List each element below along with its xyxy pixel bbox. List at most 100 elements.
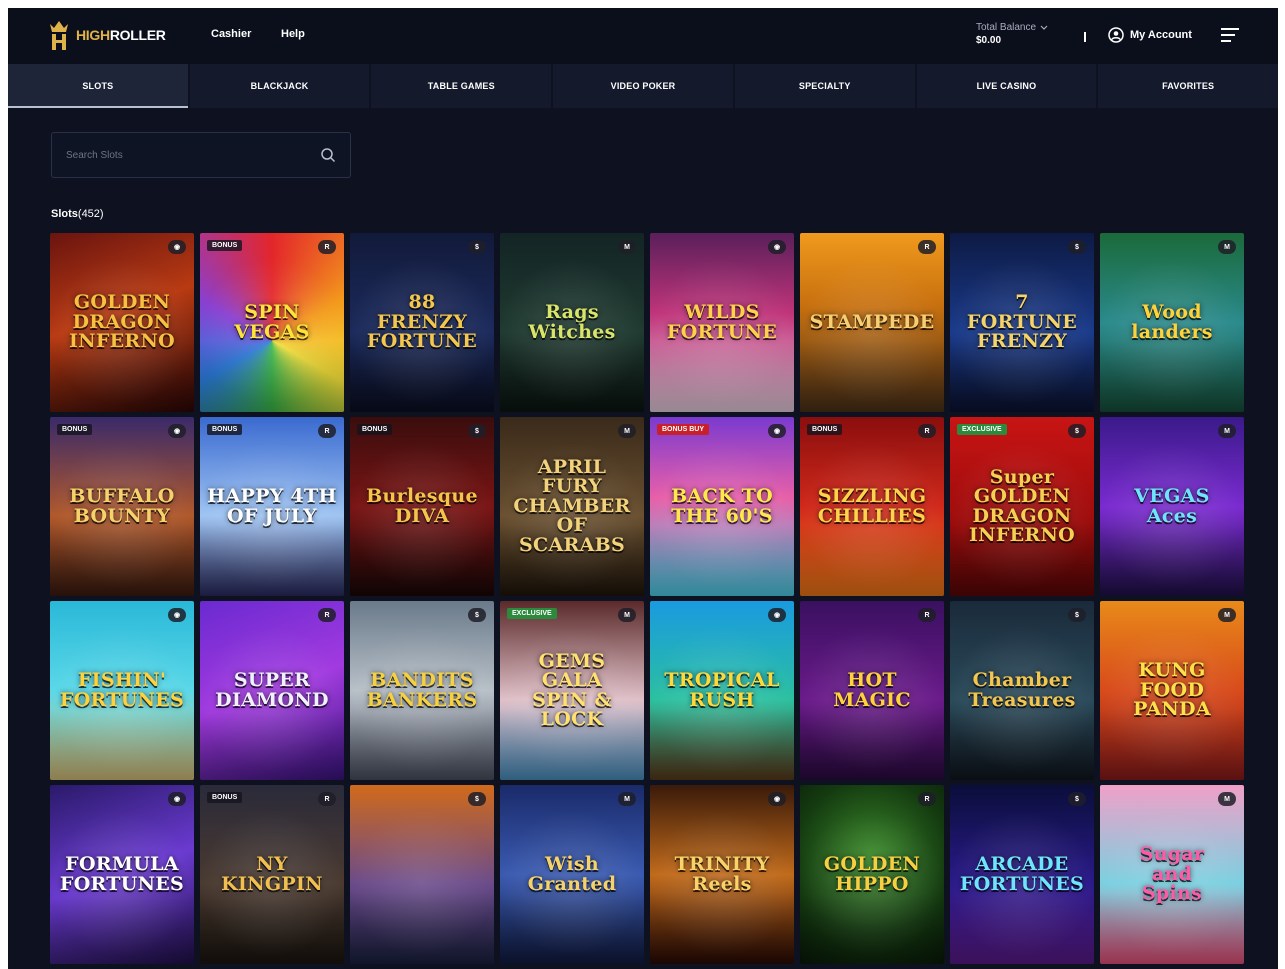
game-tile[interactable]: BONUS BUY ◉ BACK TO THE 60'S [650, 417, 794, 596]
provider-icon: R [918, 240, 936, 254]
game-tile[interactable]: $ Chamber Treasures [950, 601, 1094, 780]
game-tile[interactable]: BONUS R HAPPY 4TH OF JULY [200, 417, 344, 596]
game-title: TRINITY Reels [674, 853, 770, 895]
game-tile[interactable]: BONUS R SIZZLING CHILLIES [800, 417, 944, 596]
tab-specialty[interactable]: SPECIALTY [735, 64, 917, 108]
total-balance-dropdown[interactable]: Total Balance $0.00 [976, 22, 1048, 46]
search-box [51, 132, 351, 178]
game-badge: BONUS [207, 792, 243, 803]
game-badge: EXCLUSIVE [957, 424, 1007, 435]
game-tile[interactable]: $7 FORTUNE FRENZY [950, 233, 1094, 412]
game-tile[interactable]: R SUPER DIAMOND [200, 601, 344, 780]
game-title: Wish Granted [527, 853, 617, 895]
game-tile[interactable]: ◉ GOLDEN DRAGON INFERNO [50, 233, 194, 412]
provider-icon: M [1218, 424, 1236, 438]
game-tile[interactable]: BONUS R NY KINGPIN [200, 785, 344, 964]
provider-icon: M [618, 240, 636, 254]
provider-icon: $ [468, 424, 486, 438]
game-tile[interactable]: ◉ WILDS FORTUNE [650, 233, 794, 412]
game-tile[interactable]: $ ARCADE FORTUNES [950, 785, 1094, 964]
game-tile[interactable]: M Rags Witches [500, 233, 644, 412]
tab-slots[interactable]: SLOTS [8, 64, 190, 108]
game-tile[interactable]: ◉ TRINITY Reels [650, 785, 794, 964]
game-badge: BONUS BUY [657, 424, 710, 435]
game-title: VEGAS Aces [1134, 485, 1210, 527]
game-badge: BONUS [807, 424, 843, 435]
game-tile[interactable]: M VEGAS Aces [1100, 417, 1244, 596]
game-tile[interactable]: ◉ TROPICAL RUSH [650, 601, 794, 780]
menu-line [1221, 40, 1231, 42]
provider-icon: M [618, 608, 636, 622]
nav-help-link[interactable]: Help [281, 28, 305, 40]
balance-label: Total Balance [976, 22, 1048, 33]
tab-table-games[interactable]: TABLE GAMES [371, 64, 554, 108]
game-badge: BONUS [207, 240, 243, 251]
slots-count-heading: Slots(452) [51, 208, 104, 220]
user-circle-icon [1108, 27, 1124, 43]
provider-icon: R [918, 608, 936, 622]
game-title: APRIL FURY CHAMBER OF SCARABS [513, 456, 631, 556]
provider-icon: ◉ [768, 792, 786, 806]
provider-icon: M [1218, 240, 1236, 254]
highroller-logo[interactable]: HIGHROLLER [48, 18, 166, 52]
tab-video-poker[interactable]: VIDEO POKER [553, 64, 735, 108]
provider-icon: R [318, 608, 336, 622]
provider-icon: M [1218, 792, 1236, 806]
provider-icon: ◉ [168, 240, 186, 254]
game-title: SPIN VEGAS [234, 301, 310, 343]
game-tile[interactable]: $88 FRENZY FORTUNE [350, 233, 494, 412]
game-title: BUFFALO BOUNTY [69, 485, 175, 527]
game-title: GOLDEN DRAGON INFERNO [68, 291, 176, 353]
game-tile[interactable]: BONUS ◉ BUFFALO BOUNTY [50, 417, 194, 596]
game-tile[interactable]: $ BANDITS BANKERS [350, 601, 494, 780]
provider-icon: M [618, 424, 636, 438]
game-title: Super GOLDEN DRAGON INFERNO [968, 465, 1076, 546]
game-title: Sugar and Spins [1139, 843, 1205, 905]
game-title: ARCADE FORTUNES [959, 853, 1085, 895]
game-title: KUNG FOOD PANDA [1133, 659, 1211, 721]
game-tile[interactable]: M Sugar and Spins [1100, 785, 1244, 964]
game-tile[interactable]: ◉ FISHIN' FORTUNES [50, 601, 194, 780]
provider-icon: $ [468, 240, 486, 254]
provider-icon: ◉ [768, 608, 786, 622]
provider-icon: ◉ [168, 792, 186, 806]
crown-logo-icon [50, 21, 68, 50]
game-tile[interactable]: R HOT MAGIC [800, 601, 944, 780]
game-tile[interactable]: R STAMPEDE [800, 233, 944, 412]
game-tile[interactable]: M APRIL FURY CHAMBER OF SCARABS [500, 417, 644, 596]
game-grid: ◉ GOLDEN DRAGON INFERNO BONUS R SPIN VEGAS $8… [50, 233, 1250, 964]
game-tile[interactable]: M Wood landers [1100, 233, 1244, 412]
tab-blackjack[interactable]: BLACKJACK [190, 64, 372, 108]
game-tile[interactable]: ◉ FORMULA FORTUNES [50, 785, 194, 964]
logo-wordmark: HIGHROLLER [76, 27, 166, 43]
game-badge: BONUS [357, 424, 393, 435]
game-tile[interactable]: R GOLDEN HIPPO [800, 785, 944, 964]
game-badge: BONUS [207, 424, 243, 435]
game-title: Rags Witches [528, 301, 616, 343]
provider-icon: $ [1068, 608, 1086, 622]
game-title: 7 FORTUNE FRENZY [966, 291, 1078, 353]
game-title: STAMPEDE [809, 310, 935, 333]
game-title: GEMS GALA SPIN & LOCK [532, 649, 612, 730]
game-tile[interactable]: EXCLUSIVE $ Super GOLDEN DRAGON INFERNO [950, 417, 1094, 596]
slots-count: (452) [77, 208, 104, 220]
game-tile[interactable]: M Wish Granted [500, 785, 644, 964]
game-tile[interactable]: EXCLUSIVE M GEMS GALA SPIN & LOCK [500, 601, 644, 780]
game-tile[interactable]: M KUNG FOOD PANDA [1100, 601, 1244, 780]
provider-icon: R [318, 424, 336, 438]
nav-cashier-link[interactable]: Cashier [211, 28, 251, 40]
hamburger-menu-icon[interactable] [1221, 28, 1239, 42]
game-tile[interactable]: $ [350, 785, 494, 964]
my-account-button[interactable]: My Account [1108, 27, 1192, 43]
balance-value: $0.00 [976, 35, 1002, 46]
search-icon[interactable] [320, 147, 336, 163]
slots-section-label: Slots [51, 208, 78, 220]
top-navigation-bar: HIGHROLLER Cashier Help Total Balance $0… [8, 8, 1278, 64]
tab-favorites[interactable]: FAVORITES [1098, 64, 1278, 108]
game-tile[interactable]: BONUS R SPIN VEGAS [200, 233, 344, 412]
game-title: BACK TO THE 60'S [671, 485, 773, 527]
tab-live-casino[interactable]: LIVE CASINO [917, 64, 1099, 108]
game-tile[interactable]: BONUS $ Burlesque DIVA [350, 417, 494, 596]
search-input[interactable] [66, 149, 320, 161]
provider-icon: $ [1068, 792, 1086, 806]
